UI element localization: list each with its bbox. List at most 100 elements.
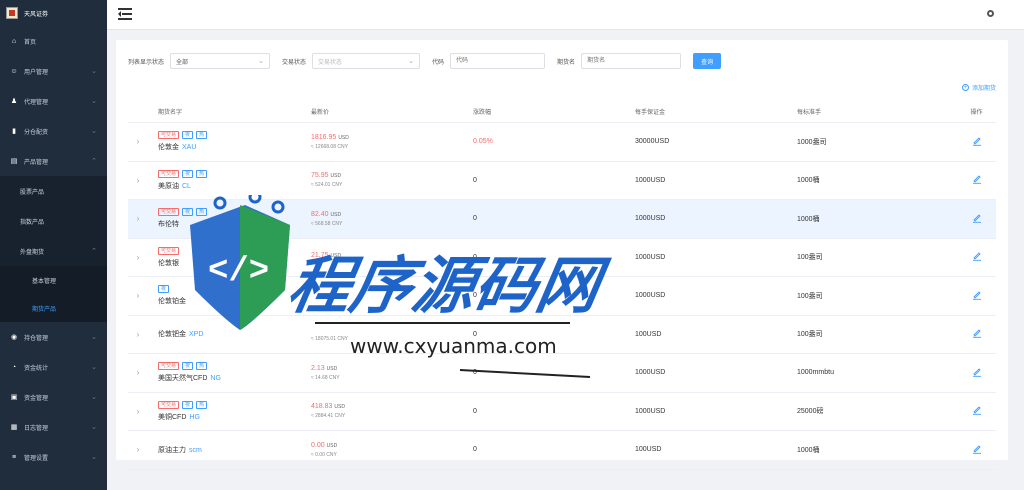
product-name: 伦敦铂金 — [158, 298, 186, 306]
expand-row-icon[interactable]: › — [128, 214, 148, 223]
edit-icon[interactable] — [972, 444, 982, 454]
sidebar-item-after-3[interactable]: ▦ 日志管理 ⌄ — [0, 412, 107, 442]
table-row[interactable]: › 可交易夜热布伦特 82.40 USD ≈ 568.58 CNY 0 1000USD 100… — [128, 200, 996, 239]
price-line: 0.00 USD — [311, 442, 473, 449]
expand-row-icon[interactable]: › — [128, 291, 148, 300]
product-code: XPD — [189, 331, 204, 339]
sidebar-item-after-1[interactable]: ◔ 资金统计 ⌄ — [0, 352, 107, 382]
expand-row-icon[interactable]: › — [128, 253, 148, 262]
product-icon: ▤ — [10, 158, 18, 165]
plus-icon: + — [961, 84, 969, 91]
cell-op — [957, 328, 996, 340]
trade-status-label: 交易状态 — [282, 59, 307, 66]
sidebar-item-2[interactable]: ♟ 代理管理 ⌄ — [0, 86, 107, 116]
price-line: 1816.95 USD — [311, 134, 473, 141]
sidebar-item-4[interactable]: ▤ 产品管理 ⌃ — [0, 146, 107, 176]
expand-row-icon[interactable]: › — [128, 330, 148, 339]
edit-icon[interactable] — [972, 251, 982, 262]
expand-row-icon[interactable]: › — [128, 407, 148, 416]
edit-icon[interactable] — [972, 367, 982, 377]
table-row[interactable]: › 原油主力 scm 0.00 USD ≈ 0.00 CNY 0 100USD 1000桶 — [128, 431, 996, 470]
tag-group: 可交易夜热 — [158, 362, 311, 371]
table-row[interactable]: › 伦敦钯金 XPD ≈ 18075.01 CNY 0 100USD 100盎司 — [128, 316, 996, 354]
product-name: 伦敦金 — [158, 144, 179, 152]
edit-icon[interactable] — [972, 328, 982, 339]
product-code: scm — [189, 446, 202, 454]
cell-op — [957, 213, 996, 225]
sidebar-futures-item-0[interactable]: 基本管理 — [0, 266, 107, 294]
product-name: 美国天然气CFD — [158, 375, 208, 383]
table-row[interactable]: › 可交易夜热伦敦金 XAU 1816.95 USD ≈ 12668.08 CNY 0.05… — [128, 123, 996, 162]
cell-name: 可交易夜热美国天然气CFD NG — [148, 362, 311, 383]
cell-change: 0 — [473, 176, 477, 184]
cell-unit: 100盎司 — [797, 292, 823, 300]
menu-toggle-icon[interactable] — [118, 8, 132, 20]
col-name: 期货名字 — [158, 109, 183, 116]
product-code: NG — [210, 375, 221, 383]
edit-icon[interactable] — [972, 174, 982, 185]
list-status-select[interactable]: 全部 ⌄ — [170, 53, 271, 69]
sidebar-futures-item-1[interactable]: 期货产品 — [0, 294, 107, 322]
expand-row-icon[interactable]: › — [128, 445, 148, 454]
cell-name: 可交易夜热美原油 CL — [148, 169, 311, 191]
price-line: 2.13 USD — [311, 365, 473, 372]
status-badge: 夜 — [158, 285, 170, 294]
product-name: 原油主力 — [158, 446, 186, 454]
table-row[interactable]: › 可交易夜热美国天然气CFD NG 2.13 USD ≈ 14.68 CNY 0 1000U… — [128, 354, 996, 393]
edit-icon[interactable] — [972, 213, 982, 223]
expand-row-icon[interactable]: › — [128, 137, 148, 146]
product-name-line: 原油主力 scm — [158, 445, 311, 455]
table-row[interactable]: › 可交易夜热美原油 CL 75.95 USD ≈ 524.01 CNY 0 1000USD 1… — [128, 162, 996, 200]
sidebar-item-0[interactable]: ⌂ 首页 — [0, 26, 107, 56]
sidebar-subitem-0[interactable]: 股票产品 — [0, 176, 107, 206]
futures-table: 期货名字 最新价 涨跌幅 每手保证金 每标准手 操作 › 可交易夜热伦敦金 XAU 1… — [128, 100, 996, 470]
sidebar-item-futures-group[interactable]: 外盘期货 ⌃ — [0, 236, 107, 266]
settings-icon[interactable] — [987, 10, 994, 17]
cell-op — [957, 444, 996, 456]
search-button[interactable]: 查询 — [693, 53, 722, 69]
home-icon: ⌂ — [11, 37, 17, 45]
edit-icon[interactable] — [972, 136, 982, 146]
code-input[interactable] — [450, 53, 546, 69]
sidebar-item-after-2[interactable]: ▣ 资金管理 ⌄ — [0, 382, 107, 412]
cell-price: 82.40 USD ≈ 568.58 CNY — [311, 211, 473, 227]
cell-change: 0 — [473, 330, 477, 338]
name-label: 期货名 — [557, 59, 576, 66]
sidebar-item-after-0[interactable]: ◉ 持仓管理 ⌄ — [0, 322, 107, 352]
tag-group: 夜 — [158, 285, 311, 294]
cell-op — [957, 251, 996, 263]
expand-row-icon[interactable]: › — [128, 368, 148, 377]
cell-op — [957, 405, 996, 417]
tag-group: 可交易夜热 — [158, 131, 311, 140]
status-badge: 夜 — [182, 400, 194, 409]
sidebar-item-after-4[interactable]: ≡ 管理设置 ⌄ — [0, 442, 107, 472]
edit-icon[interactable] — [972, 405, 982, 416]
table-row[interactable]: › 可交易夜热美铜CFD HG 418.83 USD ≈ 2884.41 CNY 0 1000… — [128, 393, 996, 431]
sidebar-item-3[interactable]: ▮ 分仓配资 ⌄ — [0, 116, 107, 146]
cell-change: 0 — [473, 369, 477, 377]
add-futures-link[interactable]: + 添加期货 — [961, 83, 996, 92]
expand-row-icon[interactable]: › — [128, 176, 148, 185]
table-row[interactable]: › 夜伦敦铂金 0 1000USD 100盎司 — [128, 277, 996, 316]
sidebar-item-1[interactable]: ☺ 用户管理 ⌄ — [0, 56, 107, 86]
price-line: 82.40 USD — [311, 211, 473, 218]
price-currency: USD — [338, 134, 349, 141]
price-value: 1816.95 — [311, 133, 337, 141]
cell-name: 可交易 伦敦银 — [148, 246, 311, 268]
sidebar-item-label: 外盘期货 — [20, 249, 45, 256]
table-header: 期货名字 最新价 涨跌幅 每手保证金 每标准手 操作 — [128, 100, 996, 123]
cell-change: 0 — [473, 446, 477, 454]
cell-op — [957, 136, 996, 148]
sidebar-item-label: 持仓管理 — [24, 335, 49, 342]
sidebar-subitem-1[interactable]: 指数产品 — [0, 206, 107, 236]
product-name: 布伦特 — [158, 221, 179, 229]
name-input[interactable] — [581, 53, 682, 69]
cell-margin: 100USD — [635, 330, 662, 338]
log-icon: ▦ — [10, 424, 18, 431]
edit-icon[interactable] — [972, 290, 982, 300]
status-badge: 热 — [196, 131, 208, 140]
price-currency: USD — [330, 253, 342, 260]
trade-status-select[interactable]: 交易状态 ⌄ — [312, 53, 421, 69]
table-row[interactable]: › 可交易 伦敦银 21.75 USD 0 1000USD 100盎司 — [128, 239, 996, 277]
status-badge: 夜 — [182, 208, 194, 217]
